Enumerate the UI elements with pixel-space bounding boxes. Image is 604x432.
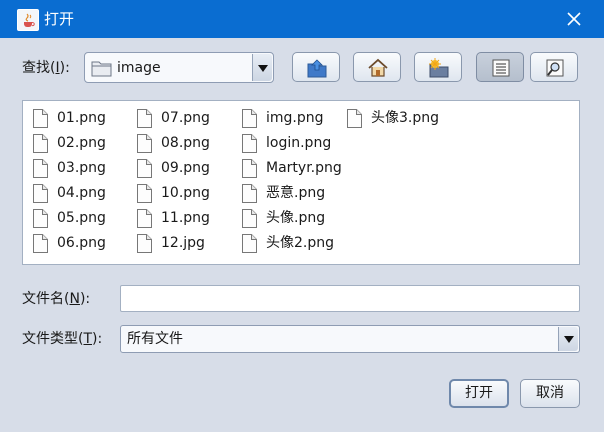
file-name: 09.png: [161, 160, 210, 176]
lookin-label: 查找(I):: [22, 60, 70, 76]
file-icon: [242, 159, 257, 178]
chevron-down-icon[interactable]: [252, 54, 272, 81]
file-item[interactable]: 01.png: [23, 106, 127, 131]
file-icon: [242, 109, 257, 128]
details-view-button[interactable]: [530, 52, 578, 82]
java-cup-icon: [17, 9, 39, 31]
file-icon: [137, 134, 152, 153]
file-item[interactable]: 04.png: [23, 181, 127, 206]
filetype-value: 所有文件: [127, 331, 183, 347]
file-name: 头像2.png: [266, 235, 335, 251]
file-name: 头像3.png: [371, 110, 440, 126]
file-item[interactable]: 10.png: [127, 181, 231, 206]
file-icon: [347, 109, 362, 128]
file-icon: [242, 209, 257, 228]
file-name: 05.png: [57, 210, 106, 226]
file-item[interactable]: img.png: [232, 106, 336, 131]
file-icon: [242, 184, 257, 203]
lookin-value: image: [117, 60, 161, 76]
file-icon: [137, 209, 152, 228]
file-icon: [137, 184, 152, 203]
file-name: 02.png: [57, 135, 106, 151]
file-name: login.png: [266, 135, 332, 151]
file-item[interactable]: 头像2.png: [232, 231, 336, 256]
file-item[interactable]: 头像3.png: [337, 106, 441, 131]
new-folder-icon: [429, 58, 449, 78]
file-column: 头像3.png: [337, 106, 441, 131]
open-button[interactable]: 打开: [449, 379, 509, 408]
home-button[interactable]: [353, 52, 401, 82]
file-icon: [137, 234, 152, 253]
filetype-label: 文件类型(T):: [22, 331, 103, 347]
folder-icon: [91, 59, 113, 81]
file-column: 01.png 02.png 03.png 04.png 05.png 06.png: [23, 106, 127, 256]
file-icon: [137, 159, 152, 178]
details-view-icon: [546, 59, 564, 77]
home-icon: [368, 58, 388, 77]
file-icon: [242, 234, 257, 253]
file-icon: [33, 109, 48, 128]
file-name: Martyr.png: [266, 160, 342, 176]
filename-label: 文件名(N):: [22, 291, 91, 307]
title-bar[interactable]: 打开: [0, 0, 604, 38]
file-item[interactable]: 08.png: [127, 131, 231, 156]
file-name: 恶意.png: [266, 185, 326, 201]
file-column: img.png login.png Martyr.png 恶意.png 头像.png 头像…: [232, 106, 342, 256]
file-name: img.png: [266, 110, 324, 126]
dialog-title: 打开: [44, 10, 75, 28]
file-icon: [33, 234, 48, 253]
file-list[interactable]: 01.png 02.png 03.png 04.png 05.png 06.png 07.p…: [22, 100, 580, 265]
file-item[interactable]: 07.png: [127, 106, 231, 131]
file-name: 08.png: [161, 135, 210, 151]
file-item[interactable]: login.png: [232, 131, 336, 156]
file-icon: [242, 134, 257, 153]
cancel-button[interactable]: 取消: [520, 379, 580, 408]
file-name: 01.png: [57, 110, 106, 126]
new-folder-button[interactable]: [414, 52, 462, 82]
file-icon: [33, 159, 48, 178]
file-icon: [33, 184, 48, 203]
file-name: 11.png: [161, 210, 210, 226]
close-icon[interactable]: [560, 6, 588, 32]
file-name: 07.png: [161, 110, 210, 126]
lookin-combobox[interactable]: image: [84, 52, 274, 83]
file-item[interactable]: 11.png: [127, 206, 231, 231]
file-item[interactable]: 头像.png: [232, 206, 336, 231]
file-item[interactable]: 12.jpg: [127, 231, 231, 256]
file-item[interactable]: 02.png: [23, 131, 127, 156]
filename-field[interactable]: [120, 285, 580, 312]
file-icon: [137, 109, 152, 128]
up-folder-icon: [307, 59, 327, 78]
file-item[interactable]: 09.png: [127, 156, 231, 181]
file-name: 06.png: [57, 235, 106, 251]
file-item[interactable]: 06.png: [23, 231, 127, 256]
file-item[interactable]: Martyr.png: [232, 156, 342, 181]
list-view-button[interactable]: [476, 52, 524, 82]
filetype-combobox[interactable]: 所有文件: [120, 325, 580, 353]
file-name: 12.jpg: [161, 235, 205, 251]
file-icon: [33, 134, 48, 153]
file-name: 04.png: [57, 185, 106, 201]
file-icon: [33, 209, 48, 228]
file-item[interactable]: 恶意.png: [232, 181, 336, 206]
list-view-icon: [492, 59, 510, 77]
file-item[interactable]: 03.png: [23, 156, 127, 181]
chevron-down-icon[interactable]: [558, 327, 578, 351]
file-name: 03.png: [57, 160, 106, 176]
file-item[interactable]: 05.png: [23, 206, 127, 231]
file-name: 10.png: [161, 185, 210, 201]
file-column: 07.png 08.png 09.png 10.png 11.png 12.jpg: [127, 106, 231, 256]
file-name: 头像.png: [266, 210, 326, 226]
file-open-dialog: 打开 查找(I): image 01.png 02.png 03.png 04.…: [0, 0, 604, 432]
up-one-level-button[interactable]: [292, 52, 340, 82]
